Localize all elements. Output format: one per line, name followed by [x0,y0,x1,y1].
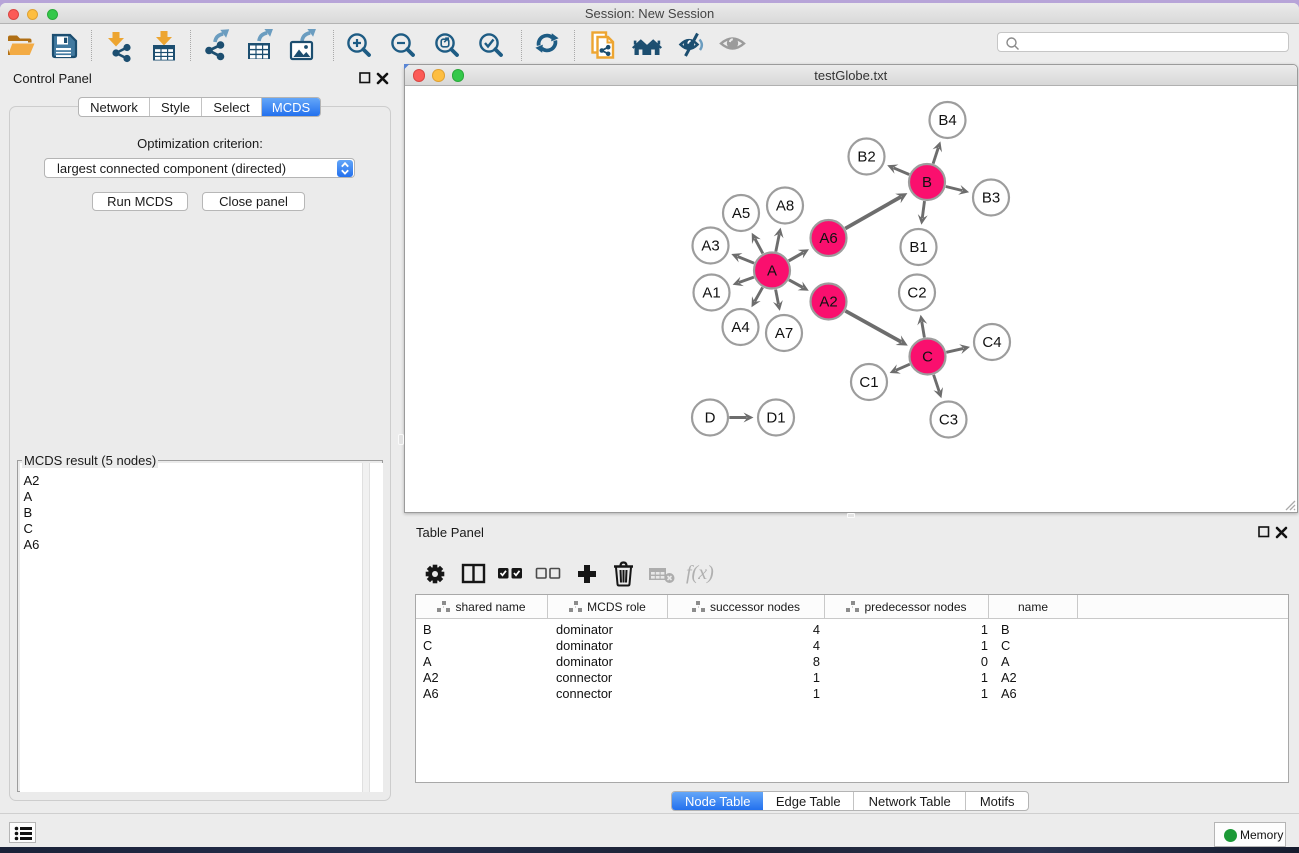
svg-text:B2: B2 [857,149,875,166]
svg-text:C4: C4 [982,334,1001,351]
svg-text:A8: A8 [776,198,794,215]
svg-text:A3: A3 [701,238,719,255]
svg-text:B1: B1 [909,239,927,256]
svg-text:A: A [767,263,777,280]
svg-text:A2: A2 [819,294,837,311]
svg-text:D1: D1 [766,410,785,427]
svg-text:A4: A4 [731,319,749,336]
svg-text:A1: A1 [702,285,720,302]
svg-text:D: D [705,410,716,427]
svg-text:B4: B4 [938,112,956,129]
svg-text:B: B [922,174,932,191]
svg-text:A7: A7 [775,325,793,342]
svg-text:A6: A6 [819,230,837,247]
svg-text:C: C [922,349,933,366]
svg-text:C1: C1 [859,374,878,391]
svg-text:B3: B3 [982,190,1000,207]
svg-text:A5: A5 [732,205,750,222]
svg-text:C2: C2 [907,285,926,302]
svg-text:C3: C3 [939,412,958,429]
